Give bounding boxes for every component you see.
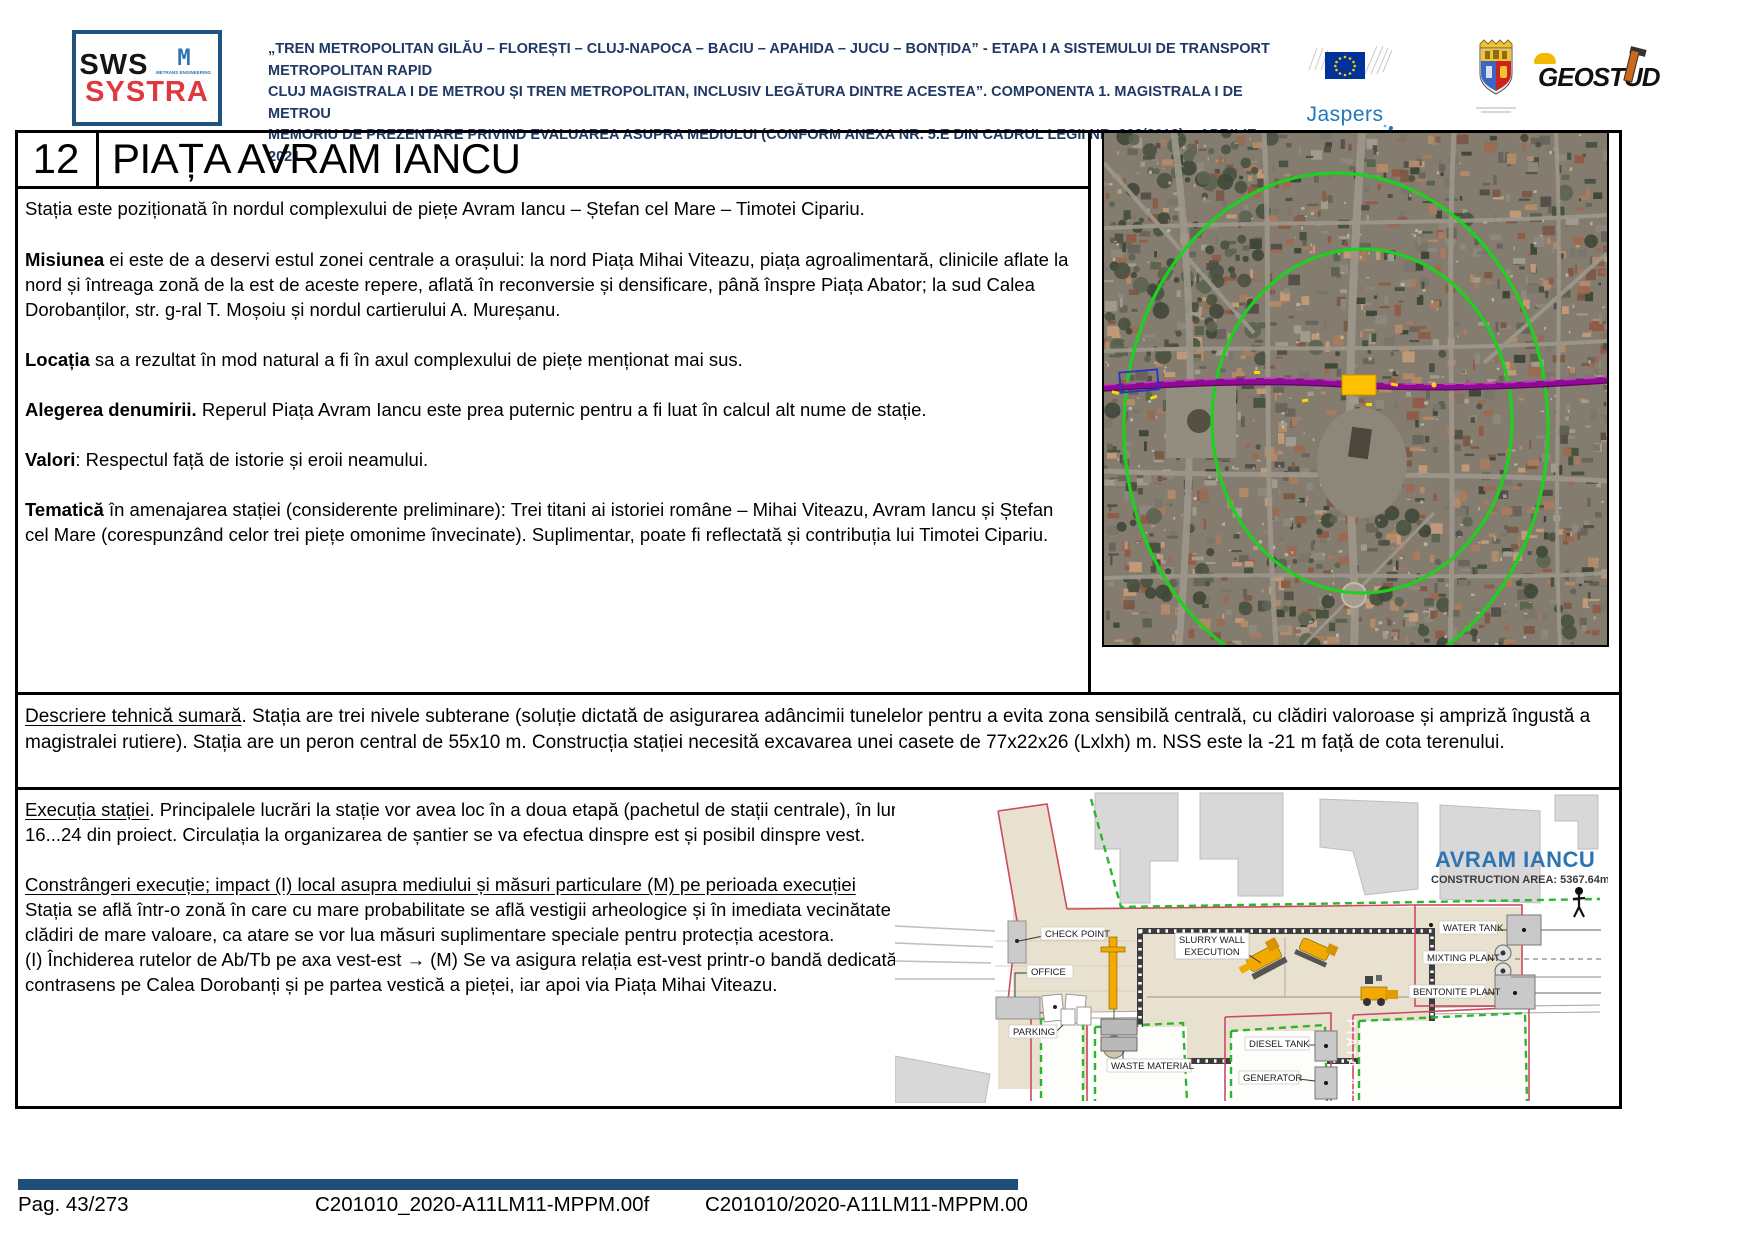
satellite-map-figure <box>1100 128 1618 685</box>
footer-bar <box>18 1179 1018 1190</box>
metrans-caption: METRANS ENGINEERING <box>156 70 212 76</box>
coat-of-arms-caption-placeholder-2 <box>1481 111 1511 113</box>
water-tank-marker <box>1429 923 1433 927</box>
section-border-2 <box>15 787 1622 790</box>
label-diesel-tank: DIESEL TANK <box>1249 1039 1310 1050</box>
section-border-1 <box>15 692 1622 695</box>
sws-logo-text: SWS <box>79 49 149 81</box>
coat-of-arms-caption-placeholder <box>1476 107 1516 109</box>
technical-lead: Descriere tehnică sumară <box>25 706 242 727</box>
header-line-2: CLUJ MAGISTRALA I DE METROU ȘI TREN METR… <box>268 84 1243 122</box>
label-slurry-wall: SLURRY WALL <box>1179 935 1245 946</box>
doc-code-1: C201010_2020-A11LM11-MPPM.00f <box>315 1193 650 1216</box>
column-divider <box>1088 130 1091 695</box>
constraints-heading-text: Constrângeri execuție; impact (I) local … <box>25 874 856 895</box>
paragraph-text: Reperul Piața Avram Iancu este prea pute… <box>196 399 927 420</box>
table-border-left <box>15 130 18 1109</box>
helmet-icon <box>1534 53 1556 64</box>
paragraph-text: ei este de a deservi estul zonei central… <box>25 249 1069 320</box>
paragraph-lead: Locația <box>25 349 90 370</box>
label-parking: PARKING <box>1013 1027 1055 1038</box>
execution-lead: Execuția stației <box>25 799 150 820</box>
constraints-text-1: Stația se află într-o zonă în care cu ma… <box>25 899 949 945</box>
cluj-coat-of-arms <box>1472 38 1520 113</box>
label-office: OFFICE <box>1031 967 1066 978</box>
label-water-tank: WATER TANK <box>1443 923 1504 934</box>
paragraph-lead: Misiunea <box>25 249 105 270</box>
paragraph-locatia: Locația sa a rezultat în mod natural a f… <box>25 347 1073 372</box>
station-intro: Stația este poziționată în nordul comple… <box>25 198 865 219</box>
execution-text: . Principalele lucrări la stație vor ave… <box>25 799 920 845</box>
station-description: Misiunea ei este de a deservi estul zone… <box>25 247 1073 572</box>
technical-text: . Stația are trei nivele subterane (solu… <box>25 706 1591 753</box>
table-border-bottom <box>15 1106 1622 1109</box>
execution-paragraph: Execuția stației. Principalele lucrări l… <box>25 797 967 847</box>
plan-area-label: CONSTRUCTION AREA: 5367.64mq <box>1431 874 1608 886</box>
systra-logo-text: SYSTRA <box>85 76 209 108</box>
construction-site-plan: CHECK POINT OFFICE SLURRY WALL EXECUTION… <box>895 791 1608 1103</box>
paragraph-text: în amenajarea stației (considerente prel… <box>25 499 1054 545</box>
label-bentonite-plant: BENTONITE PLANT <box>1413 987 1501 998</box>
station-number: 12 <box>32 134 80 182</box>
title-row-border <box>15 186 1090 189</box>
geostud-logo: GEOSTUD <box>1534 46 1661 93</box>
paragraph-alegerea: Alegerea denumirii. Reperul Piața Avram … <box>25 397 1073 422</box>
station-box <box>1341 374 1377 396</box>
label-waste-material: WASTE MATERIAL <box>1111 1061 1194 1072</box>
pdf-page: SWS M METRANS ENGINEERING SYSTRA „TREN M… <box>0 0 1754 1240</box>
paragraph-lead: Alegerea denumirii. <box>25 399 197 420</box>
satellite-map <box>1100 128 1618 685</box>
page-title: PIAȚA AVRAM IANCU <box>112 134 521 182</box>
paragraph-misiunea: Misiunea ei este de a deservi estul zone… <box>25 247 1073 322</box>
plan-title: AVRAM IANCU <box>1435 847 1595 872</box>
header-line-1: „TREN METROPOLITAN GILĂU – FLOREȘTI – CL… <box>268 41 1270 79</box>
constraints-text-2: (I) Închiderea rutelor de Ab/Tb pe axa v… <box>25 949 923 995</box>
table-border-right <box>1619 130 1622 1109</box>
label-check-point: CHECK POINT <box>1045 929 1110 940</box>
coat-of-arms-icon <box>1479 39 1513 95</box>
execution-section: Execuția stației. Principalele lucrări l… <box>25 797 967 997</box>
geostud-logo-text: GEOSTUD <box>1538 62 1661 92</box>
metrans-m-icon: M <box>177 46 191 71</box>
label-generator: GENERATOR <box>1243 1073 1302 1084</box>
doc-code-2: C201010/2020-A11LM11-MPPM.00 <box>705 1193 1028 1216</box>
paragraph-text: : Respectul față de istorie și eroii nea… <box>75 449 429 470</box>
paragraph-tematica: Tematică în amenajarea stației (consider… <box>25 497 1073 547</box>
label-mixing-plant: MIXTING PLANT <box>1427 953 1500 964</box>
technical-description: Descriere tehnică sumară. Stația are tre… <box>25 704 1605 756</box>
constraints-heading: Constrângeri execuție; impact (I) local … <box>25 872 967 897</box>
eu-flag-icon <box>1308 45 1393 79</box>
paragraph-text: sa a rezultat în mod natural a fi în axu… <box>89 349 743 370</box>
sws-systra-logo: SWS M METRANS ENGINEERING SYSTRA <box>72 30 222 126</box>
paragraph-lead: Tematică <box>25 499 104 520</box>
paragraph-valori: Valori: Respectul față de istorie și ero… <box>25 447 1073 472</box>
page-number: Pag. 43/273 <box>18 1193 129 1216</box>
street-name-vertical: PIATA AV <box>1344 1019 1359 1100</box>
label-execution: EXECUTION <box>1184 947 1240 958</box>
paragraph-lead: Valori <box>25 449 76 470</box>
